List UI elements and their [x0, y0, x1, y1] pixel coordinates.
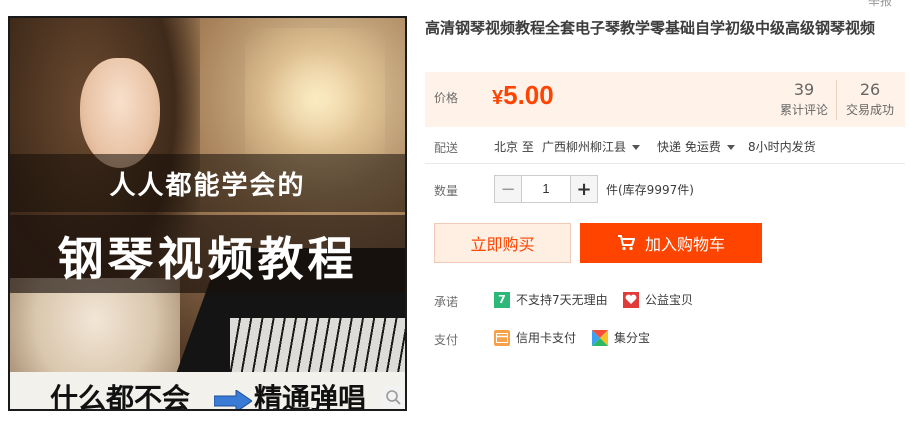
- quantity-stepper: − 1 +: [494, 175, 598, 203]
- stat-divider: [836, 80, 837, 120]
- product-title: 高清钢琴视频教程全套电子琴教学零基础自学初级中级高级钢琴视频: [425, 19, 876, 37]
- report-link[interactable]: 举报: [868, 0, 892, 9]
- payment-credit-card[interactable]: 信用卡支付: [494, 329, 576, 346]
- payment-label: 支付: [434, 333, 459, 347]
- reviews-stat[interactable]: 39 累计评论: [772, 80, 836, 120]
- shipping-from: 北京 至: [494, 140, 534, 154]
- price-amount: 5.00: [503, 80, 554, 110]
- credit-card-icon: [494, 329, 510, 346]
- shipping-destination-select[interactable]: 广西柳州柳江县: [542, 138, 641, 155]
- image-face-shape: [80, 58, 160, 168]
- credit-card-label: 信用卡支付: [516, 331, 577, 345]
- reviews-label: 累计评论: [779, 103, 828, 117]
- add-to-cart-button[interactable]: 加入购物车: [580, 223, 762, 263]
- image-caption-line-2: 钢琴视频教程: [57, 232, 358, 286]
- image-caption-line-3b: 精通弹唱: [254, 382, 367, 411]
- price-label: 价格: [434, 91, 459, 105]
- buy-now-button[interactable]: 立即购买: [434, 223, 571, 263]
- promise-charity-label: 公益宝贝: [645, 293, 694, 307]
- deals-count: 26: [859, 80, 881, 99]
- chevron-down-icon: [632, 145, 641, 150]
- shipping-method-select[interactable]: 快递 免运费: [657, 138, 735, 155]
- promise-no-return-label: 不支持7天无理由: [516, 293, 608, 307]
- promise-label: 承诺: [434, 295, 459, 309]
- chevron-down-icon: [726, 145, 735, 150]
- charity-heart-icon: [623, 291, 639, 308]
- shipping-destination: 广西柳州柳江县: [542, 140, 627, 154]
- quantity-label: 数量: [434, 184, 459, 198]
- currency-symbol: ¥: [492, 87, 504, 109]
- seven-day-icon: 7: [494, 291, 510, 308]
- price-value: ¥5.00: [492, 80, 554, 111]
- promise-no-return[interactable]: 7 不支持7天无理由: [494, 291, 608, 308]
- stock-info: 件(库存9997件): [606, 183, 694, 197]
- buy-now-label: 立即购买: [470, 235, 535, 254]
- points-icon: [592, 329, 608, 346]
- image-caption-line-1: 人人都能学会的: [109, 171, 306, 201]
- shipping-method: 快递 免运费: [657, 140, 721, 154]
- promise-charity[interactable]: 公益宝贝: [623, 291, 693, 308]
- image-caption-line-3a: 什么都不会: [50, 382, 191, 411]
- quantity-input[interactable]: 1: [522, 175, 570, 203]
- deals-stat[interactable]: 26 交易成功: [838, 80, 902, 120]
- divider: [425, 163, 905, 164]
- shipping-label: 配送: [434, 141, 459, 155]
- quantity-decrease-button[interactable]: −: [494, 175, 522, 203]
- quantity-increase-button[interactable]: +: [570, 175, 598, 203]
- zoom-icon[interactable]: [382, 386, 404, 408]
- points-label: 集分宝: [614, 331, 651, 345]
- cart-icon: [617, 235, 635, 251]
- arrow-right-icon: [214, 390, 252, 409]
- reviews-count: 39: [793, 80, 815, 99]
- deals-label: 交易成功: [845, 103, 894, 117]
- product-image[interactable]: 人人都能学会的 钢琴视频教程 什么都不会 精通弹唱: [8, 16, 407, 411]
- dispatch-time: 8小时内发货: [748, 140, 816, 154]
- add-to-cart-label: 加入购物车: [644, 235, 725, 254]
- payment-points[interactable]: 集分宝: [592, 329, 650, 346]
